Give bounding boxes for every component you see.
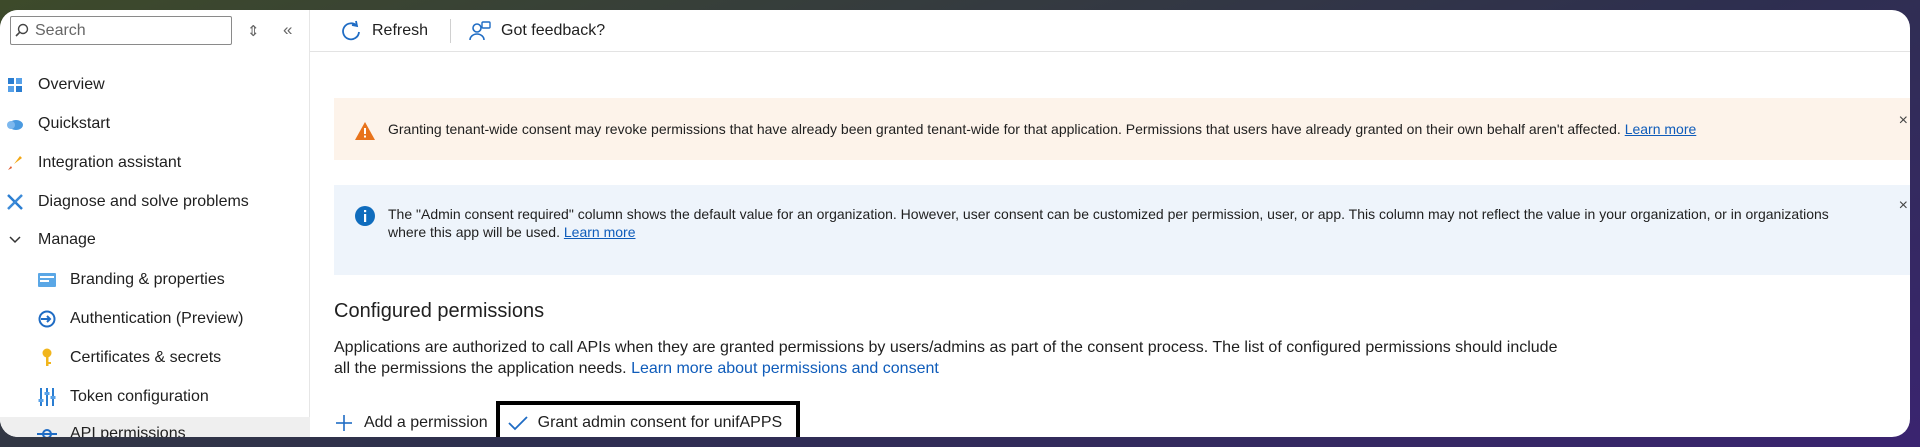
info-banner: The "Admin consent required" column show… bbox=[334, 185, 1910, 275]
sidebar-item-label: Branding & properties bbox=[70, 271, 225, 288]
feedback-person-icon bbox=[469, 20, 491, 42]
sidebar-item-diagnose[interactable]: Diagnose and solve problems bbox=[0, 185, 310, 219]
rocket-icon bbox=[4, 154, 26, 172]
description-line-2: all the permissions the application need… bbox=[334, 360, 627, 377]
key-icon bbox=[36, 348, 58, 367]
configured-permissions-title: Configured permissions bbox=[334, 300, 545, 322]
sidebar-item-branding[interactable]: Branding & properties bbox=[0, 263, 310, 297]
sidebar-item-label: Quickstart bbox=[38, 115, 111, 132]
sidebar-item-label: Certificates & secrets bbox=[70, 349, 222, 366]
sidebar-item-label: Authentication (Preview) bbox=[70, 310, 244, 327]
sidebar-item-label: Token configuration bbox=[70, 388, 209, 405]
sidebar-item-label: API permissions bbox=[70, 425, 186, 437]
sidebar-item-quickstart[interactable]: Quickstart bbox=[0, 107, 310, 141]
branding-card-icon bbox=[36, 271, 58, 289]
info-icon bbox=[355, 206, 375, 226]
grant-admin-consent-button[interactable]: Grant admin consent for unifAPPS bbox=[495, 401, 801, 437]
refresh-button[interactable]: Refresh bbox=[340, 16, 428, 46]
sidebar-item-overview[interactable]: Overview bbox=[0, 68, 310, 102]
add-permission-label: Add a permission bbox=[364, 414, 488, 431]
sidebar-item-authentication[interactable]: Authentication (Preview) bbox=[0, 302, 310, 336]
permission-actions: Add a permission Grant admin consent for… bbox=[334, 401, 801, 437]
main-content: Refresh Got feedback? Granting tenant-wi… bbox=[310, 10, 1910, 437]
overview-grid-icon bbox=[4, 76, 26, 94]
configured-permissions-description: Applications are authorized to call APIs… bbox=[334, 337, 1634, 379]
sidebar-item-label: Overview bbox=[38, 76, 105, 93]
add-permission-button[interactable]: Add a permission bbox=[334, 413, 488, 433]
sidebar-item-label: Integration assistant bbox=[38, 154, 182, 171]
api-permissions-icon bbox=[36, 425, 58, 437]
search-placeholder: Search bbox=[35, 22, 86, 39]
portal-window: Search ⇕ « Overview Quickstart Integrati… bbox=[0, 10, 1910, 437]
sidebar-search-row: Search ⇕ « bbox=[0, 16, 310, 46]
warning-text: Granting tenant-wide consent may revoke … bbox=[388, 121, 1621, 137]
expand-collapse-icon[interactable]: ⇕ bbox=[247, 22, 260, 40]
chevron-down-icon bbox=[4, 231, 26, 249]
permissions-consent-link[interactable]: Learn more about permissions and consent bbox=[631, 360, 939, 377]
collapse-sidebar-icon[interactable]: « bbox=[283, 20, 292, 40]
plus-icon bbox=[334, 413, 354, 433]
close-info-icon[interactable]: × bbox=[1899, 197, 1908, 215]
description-line-1: Applications are authorized to call APIs… bbox=[334, 339, 1558, 356]
sidebar-item-label: Diagnose and solve problems bbox=[38, 193, 249, 210]
authentication-icon bbox=[36, 310, 58, 328]
search-icon bbox=[15, 23, 29, 37]
warning-banner: Granting tenant-wide consent may revoke … bbox=[334, 98, 1910, 160]
wrench-icon bbox=[4, 193, 26, 211]
sidebar: Search ⇕ « Overview Quickstart Integrati… bbox=[0, 10, 310, 437]
quickstart-cloud-icon bbox=[4, 115, 26, 133]
feedback-label: Got feedback? bbox=[501, 21, 606, 39]
refresh-label: Refresh bbox=[372, 21, 429, 39]
info-message: The "Admin consent required" column show… bbox=[388, 205, 1830, 241]
search-input[interactable]: Search bbox=[10, 16, 232, 45]
sidebar-item-api-permissions[interactable]: API permissions bbox=[0, 417, 310, 437]
warning-icon bbox=[355, 122, 375, 140]
checkmark-icon bbox=[507, 413, 528, 433]
refresh-icon bbox=[340, 20, 362, 42]
warning-learn-more-link[interactable]: Learn more bbox=[1625, 121, 1697, 137]
sidebar-item-label: Manage bbox=[38, 231, 96, 248]
sidebar-item-token-configuration[interactable]: Token configuration bbox=[0, 380, 310, 414]
grant-admin-consent-label: Grant admin consent for unifAPPS bbox=[537, 414, 783, 431]
sidebar-item-integration-assistant[interactable]: Integration assistant bbox=[0, 146, 310, 180]
sidebar-group-manage[interactable]: Manage bbox=[0, 223, 310, 257]
sidebar-item-certificates[interactable]: Certificates & secrets bbox=[0, 341, 310, 375]
toolbar-divider bbox=[450, 18, 452, 43]
warning-message: Granting tenant-wide consent may revoke … bbox=[388, 120, 1696, 138]
info-learn-more-link[interactable]: Learn more bbox=[564, 224, 636, 240]
command-bar: Refresh Got feedback? bbox=[310, 10, 1910, 52]
close-warning-icon[interactable]: × bbox=[1899, 112, 1908, 130]
token-bars-icon bbox=[36, 388, 58, 406]
feedback-button[interactable]: Got feedback? bbox=[469, 16, 605, 46]
